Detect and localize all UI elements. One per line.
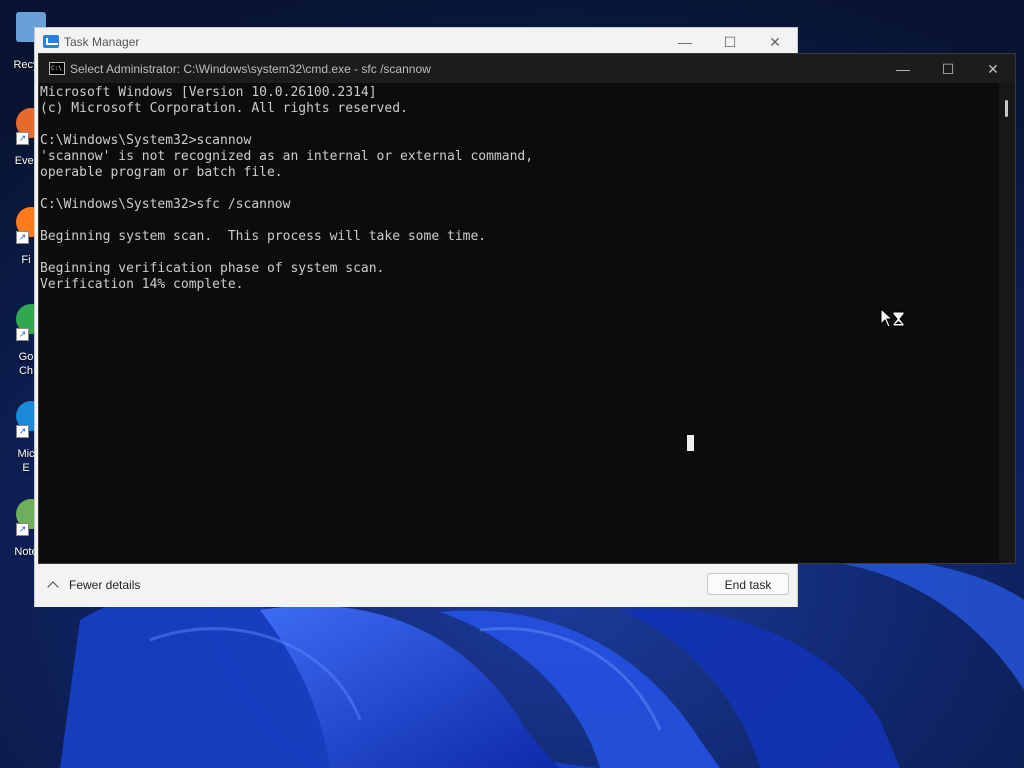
cmd-icon: C:\ [49,62,65,75]
cmd-close-button[interactable]: ✕ [973,58,1013,80]
cmd-window[interactable]: C:\ Select Administrator: C:\Windows\sys… [38,53,1016,564]
console-line: C:\Windows\System32>scannow [40,133,252,148]
task-manager-icon [43,35,59,48]
cmd-scrollbar[interactable] [999,83,1015,563]
cmd-maximize-button[interactable]: ☐ [928,58,968,80]
task-manager-titlebar[interactable]: Task Manager — ☐ ✕ [35,28,797,56]
fewer-details-label: Fewer details [69,578,141,592]
cmd-titlebar[interactable]: C:\ Select Administrator: C:\Windows\sys… [39,54,1015,83]
console-line: 'scannow' is not recognized as an intern… [40,149,534,164]
shortcut-arrow-icon: ↗ [16,132,29,145]
shortcut-arrow-icon: ↗ [16,523,29,536]
shortcut-arrow-icon: ↗ [16,231,29,244]
console-line: Beginning system scan. This process will… [40,229,487,244]
console-line: (c) Microsoft Corporation. All rights re… [40,101,408,116]
end-task-button[interactable]: End task [707,573,789,595]
console-line: C:\Windows\System32>sfc /scannow [40,197,291,212]
shortcut-arrow-icon: ↗ [16,425,29,438]
maximize-button[interactable]: ☐ [710,32,750,52]
chevron-up-icon [47,580,59,593]
task-manager-title: Task Manager [64,35,140,49]
fewer-details-toggle[interactable]: Fewer details [45,578,141,593]
shortcut-arrow-icon: ↗ [16,328,29,341]
console-output[interactable]: Microsoft Windows [Version 10.0.26100.23… [39,83,999,565]
scrollbar-thumb[interactable] [1005,100,1008,117]
close-button[interactable]: ✕ [755,32,795,52]
console-line: Microsoft Windows [Version 10.0.26100.23… [40,85,377,100]
cmd-minimize-button[interactable]: — [883,58,923,80]
busy-cursor-icon [880,308,905,328]
minimize-button[interactable]: — [665,32,705,52]
cmd-title: Select Administrator: C:\Windows\system3… [70,62,431,76]
console-line: Beginning verification phase of system s… [40,261,385,276]
text-cursor [687,435,694,451]
task-manager-footer: Fewer details End task [35,565,797,607]
console-line: Verification 14% complete. [40,277,244,292]
console-line: operable program or batch file. [40,165,283,180]
